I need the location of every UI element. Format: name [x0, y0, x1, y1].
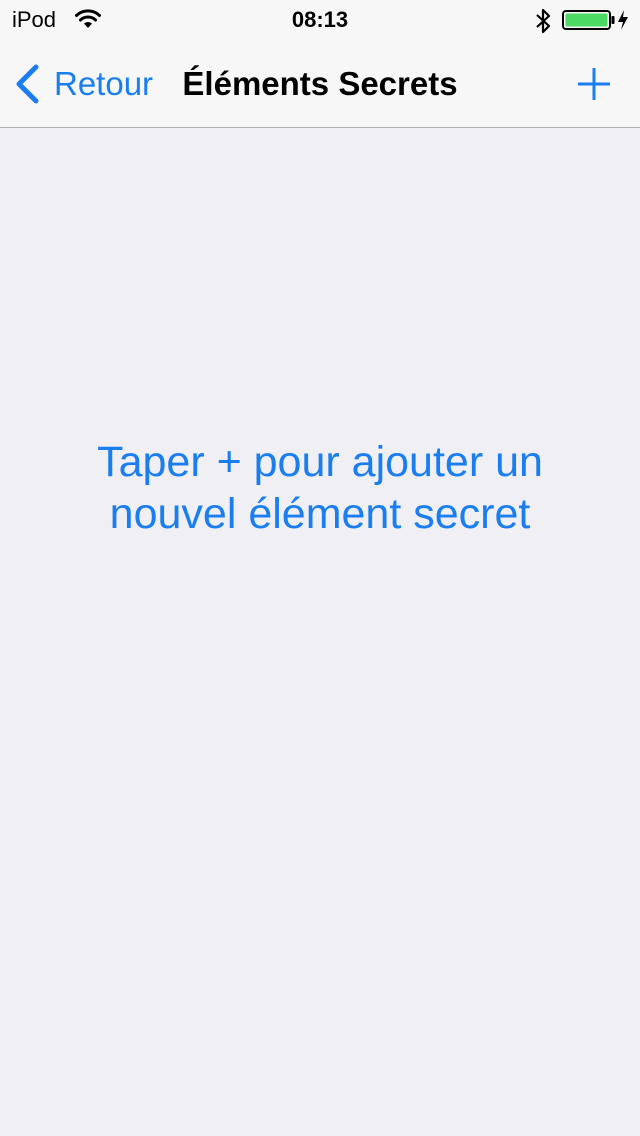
add-button[interactable]: [572, 62, 616, 106]
battery-icon: [562, 10, 615, 30]
plus-icon: [578, 68, 610, 100]
bluetooth-icon: [536, 8, 551, 34]
status-bar: iPod 08:13: [0, 0, 640, 40]
page-title: Éléments Secrets: [182, 65, 458, 102]
empty-state-message: Taper + pour ajouter un nouvel élément s…: [97, 438, 543, 538]
navigation-header: iPod 08:13 Retour Éléments Secrets: [0, 0, 640, 128]
charging-icon: [618, 10, 628, 30]
nav-bar: Retour Éléments Secrets: [0, 40, 640, 128]
